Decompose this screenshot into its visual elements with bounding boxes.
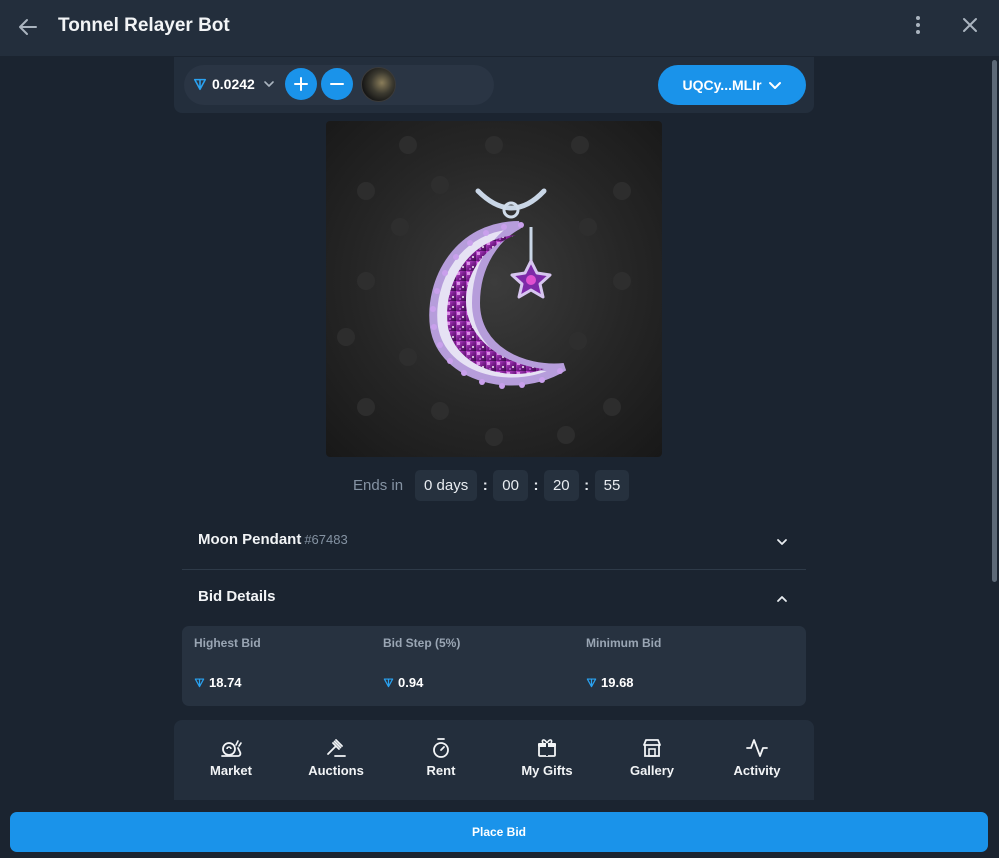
timer-seconds: 55 <box>594 470 630 501</box>
gift-image <box>326 121 662 457</box>
back-button[interactable] <box>16 14 42 40</box>
bottom-nav: Market Auctions Rent My Gifts Gallery Ac… <box>174 720 814 800</box>
timer-separator: : <box>533 477 539 494</box>
nav-activity[interactable]: Activity <box>712 736 802 786</box>
gift-icon <box>538 739 556 757</box>
nav-auctions-label: Auctions <box>308 763 364 778</box>
chevron-down-icon <box>777 539 787 545</box>
bottom-action-bar: Place Bid <box>0 800 999 858</box>
plus-icon <box>294 77 308 91</box>
bid-step-value: 0.94 <box>398 675 424 690</box>
minus-icon <box>330 83 344 85</box>
gift-name-accordion[interactable]: Moon Pendant #67483 <box>182 513 806 569</box>
moon-pendant-image <box>337 136 631 446</box>
place-bid-button[interactable]: Place Bid <box>10 812 988 852</box>
window-title: Tonnel Relayer Bot <box>58 15 230 36</box>
wallet-address: UQCy...MLIr <box>682 77 762 93</box>
highest-bid-label: Highest Bid <box>194 636 261 650</box>
ton-icon <box>193 77 207 91</box>
nav-my-gifts[interactable]: My Gifts <box>502 736 592 786</box>
gift-name: Moon Pendant <box>198 531 302 548</box>
activity-icon <box>746 739 768 757</box>
close-icon <box>963 18 977 32</box>
minimum-bid-value: 19.68 <box>601 675 634 690</box>
nav-market-label: Market <box>210 763 252 778</box>
title-bar: Tonnel Relayer Bot <box>0 0 999 56</box>
ton-icon <box>194 677 205 688</box>
store-icon <box>643 739 661 757</box>
bid-details-card: Highest Bid 18.74 Bid Step (5%) 0.94 Min… <box>182 626 806 706</box>
highest-bid-value-row: 18.74 <box>194 675 242 690</box>
wallet-bar: 0.0242 UQCy...MLIr <box>174 57 814 113</box>
chevron-down-icon <box>264 81 274 87</box>
bid-details-accordion[interactable]: Bid Details <box>182 570 806 626</box>
auction-timer: Ends in 0 days : 00 : 20 : 55 <box>353 470 630 501</box>
nav-market[interactable]: Market <box>186 736 276 786</box>
chevron-down-icon <box>768 82 781 89</box>
avatar[interactable] <box>361 67 396 102</box>
deposit-button[interactable] <box>285 68 317 100</box>
highest-bid-value: 18.74 <box>209 675 242 690</box>
arrow-left-icon <box>19 19 37 35</box>
gavel-icon <box>327 739 346 757</box>
timer-minutes: 20 <box>543 470 579 501</box>
nav-my-gifts-label: My Gifts <box>521 763 573 778</box>
nav-rent-label: Rent <box>426 763 456 778</box>
timer-separator: : <box>482 477 488 494</box>
ton-icon <box>586 677 597 688</box>
minimum-bid-label: Minimum Bid <box>586 636 662 650</box>
more-vertical-icon <box>916 16 920 34</box>
wallet-address-button[interactable]: UQCy...MLIr <box>658 65 806 105</box>
more-button[interactable] <box>906 13 930 39</box>
nav-auctions[interactable]: Auctions <box>291 736 381 786</box>
stopwatch-icon <box>433 738 449 758</box>
bid-step-value-row: 0.94 <box>383 675 423 690</box>
gift-number: #67483 <box>304 532 348 547</box>
nav-activity-label: Activity <box>733 763 781 778</box>
timer-separator: : <box>584 477 590 494</box>
gift-title: Moon Pendant #67483 <box>198 531 348 548</box>
bid-step-label: Bid Step (5%) <box>383 636 461 650</box>
withdraw-button[interactable] <box>321 68 353 100</box>
close-button[interactable] <box>958 13 982 39</box>
bid-details-title: Bid Details <box>198 588 276 605</box>
ton-icon <box>383 677 394 688</box>
balance-selector[interactable]: 0.0242 <box>193 76 275 92</box>
timer-days: 0 days <box>415 470 478 501</box>
nav-gallery-label: Gallery <box>629 763 675 778</box>
nav-gallery[interactable]: Gallery <box>607 736 697 786</box>
snail-icon <box>221 740 242 757</box>
minimum-bid-value-row: 19.68 <box>586 675 634 690</box>
timer-label: Ends in <box>353 477 404 494</box>
nav-rent[interactable]: Rent <box>396 736 486 786</box>
balance-value: 0.0242 <box>212 76 255 92</box>
chevron-up-icon <box>777 596 787 602</box>
scrollbar[interactable] <box>992 60 997 582</box>
timer-hours: 00 <box>493 470 528 501</box>
